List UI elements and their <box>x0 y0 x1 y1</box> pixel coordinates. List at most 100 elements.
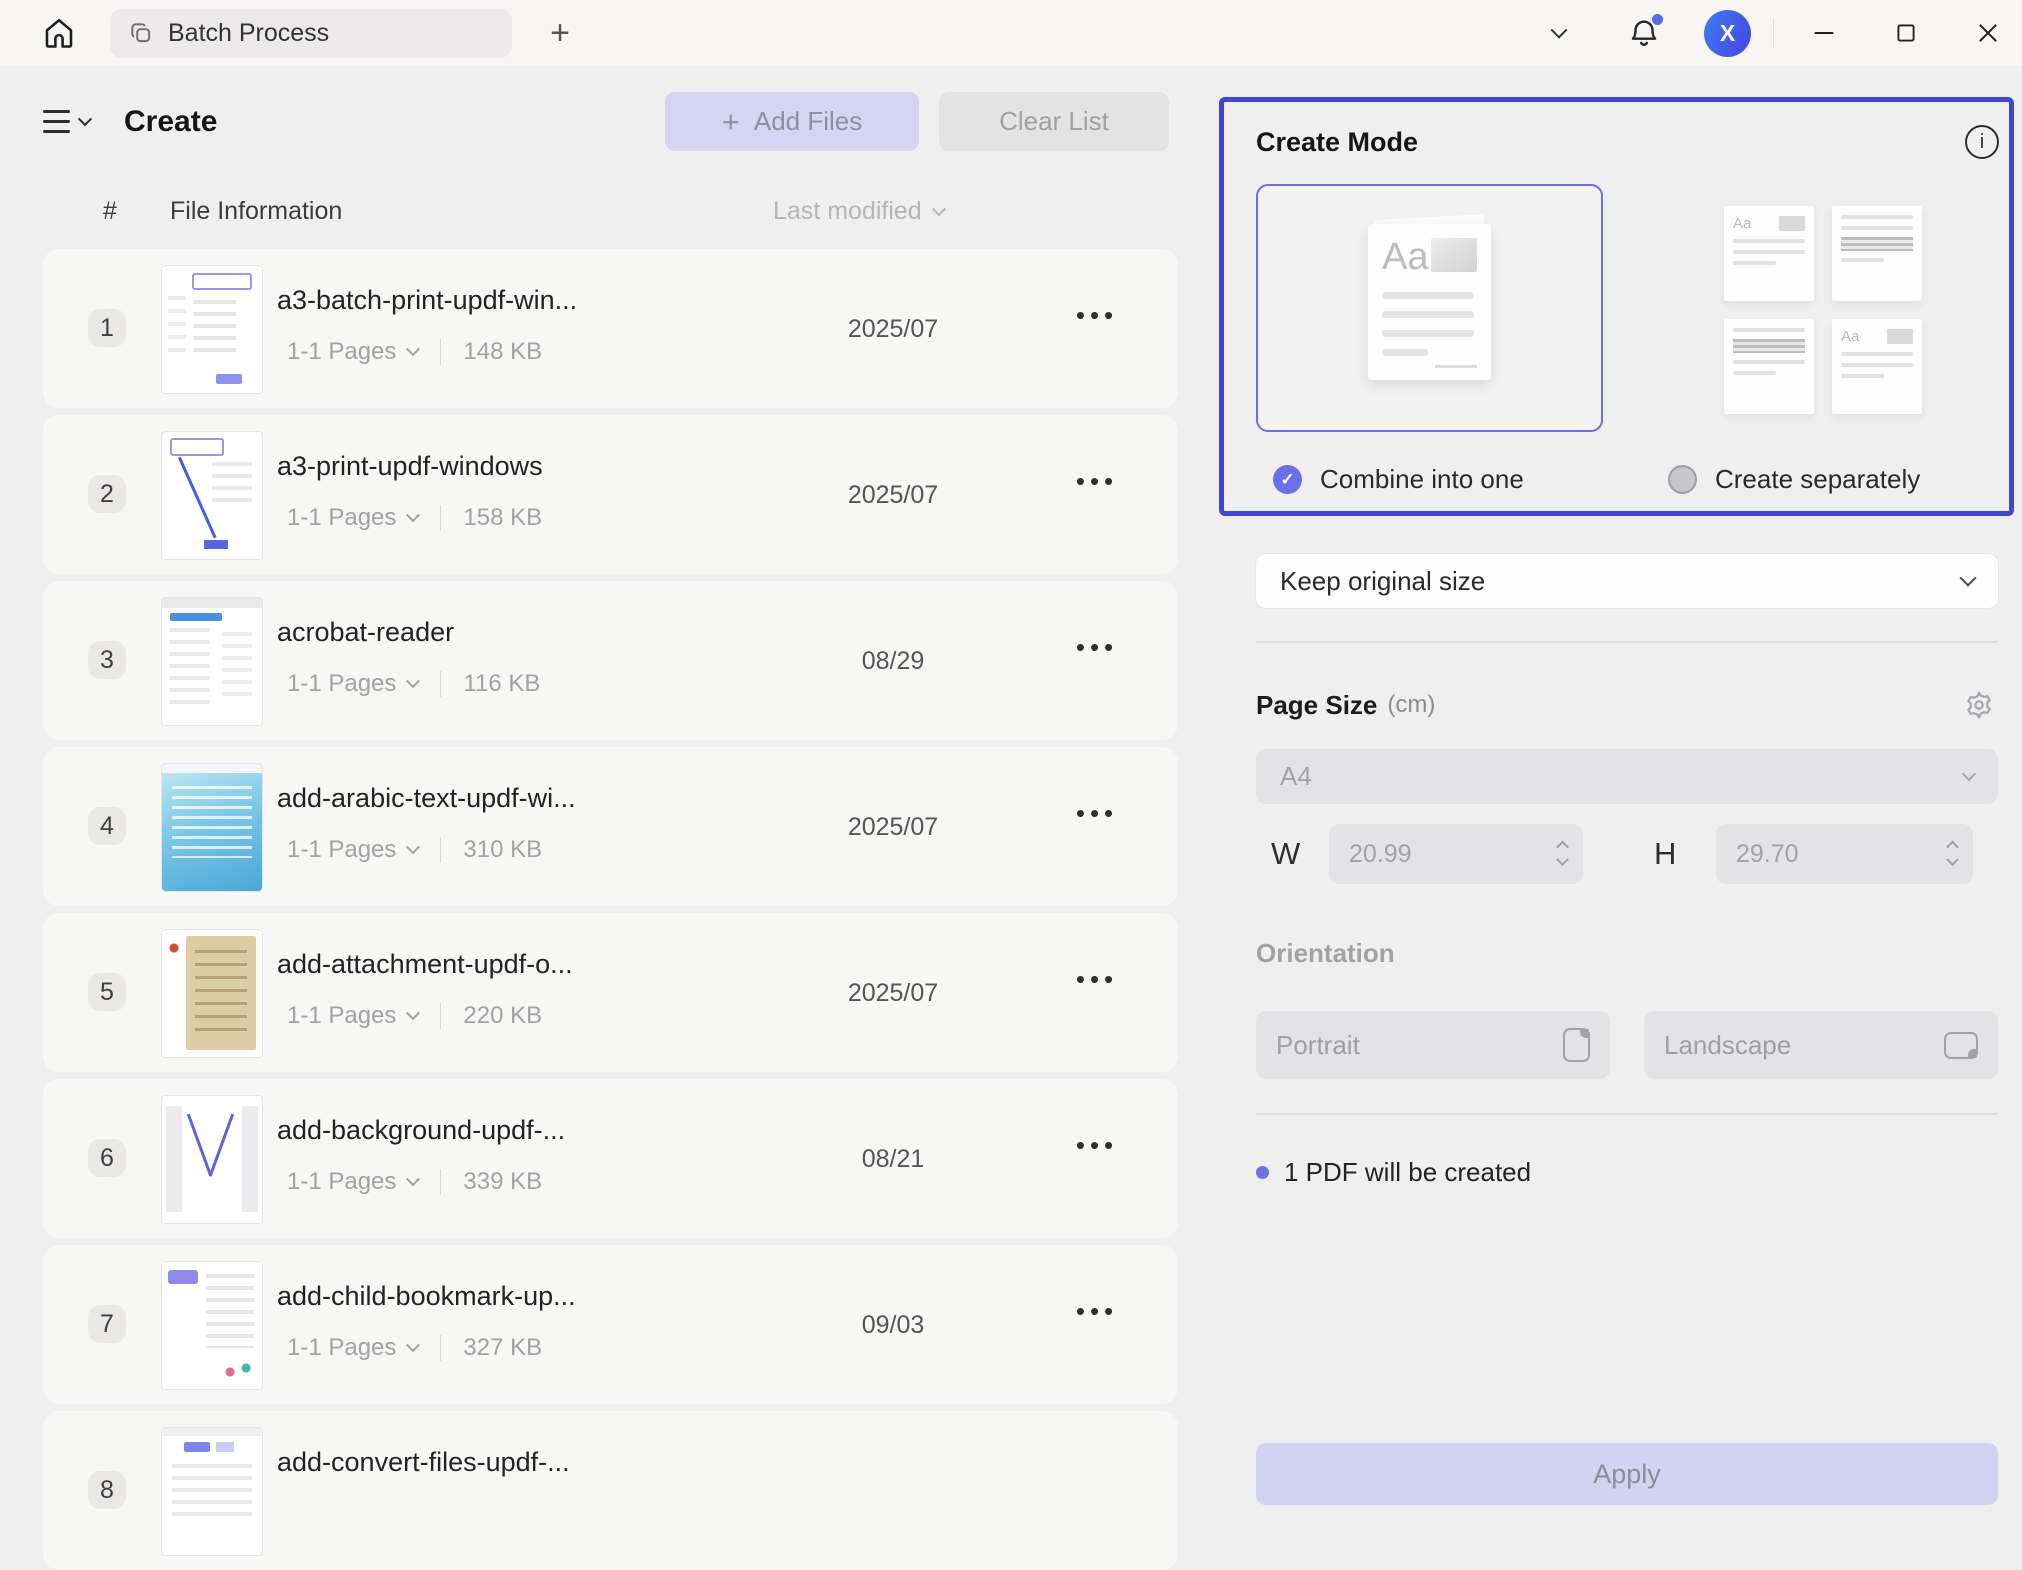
row-more-button[interactable]: ••• <box>1047 797 1147 830</box>
list-menu-button[interactable] <box>43 110 90 133</box>
file-name: a3-print-updf-windows <box>277 451 543 482</box>
chevron-down-icon[interactable] <box>406 840 420 854</box>
height-input[interactable]: 29.70 <box>1716 824 1973 884</box>
minimize-button[interactable] <box>1804 13 1844 53</box>
chevron-down-icon[interactable] <box>406 674 420 688</box>
file-row[interactable]: 8 add-convert-files-updf-... ••• <box>43 1411 1178 1570</box>
create-mode-radios: ✓ Combine into one Create separately <box>1256 464 1999 495</box>
file-size: 116 KB <box>463 670 540 698</box>
row-index-badge: 3 <box>88 641 126 679</box>
info-icon[interactable]: i <box>1965 125 1999 159</box>
chevron-down-icon[interactable] <box>406 1006 420 1020</box>
row-more-button[interactable]: ••• <box>1047 963 1147 996</box>
row-index-badge: 5 <box>88 973 126 1011</box>
width-input[interactable]: 20.99 <box>1329 824 1583 884</box>
file-row[interactable]: 6 add-background-updf-... 1-1 Pages 339 … <box>43 1079 1178 1238</box>
row-more-button[interactable]: ••• <box>1047 465 1147 498</box>
file-meta: 1-1 Pages 220 KB <box>287 1002 573 1030</box>
row-index-badge: 6 <box>88 1139 126 1177</box>
file-row[interactable]: 4 add-arabic-text-updf-wi... 1-1 Pages 3… <box>43 747 1178 906</box>
last-modified-value: 2025/07 <box>783 315 1003 344</box>
height-stepper[interactable] <box>1948 841 1957 867</box>
notifications-button[interactable] <box>1626 15 1662 51</box>
chevron-down-icon[interactable] <box>406 342 420 356</box>
file-row[interactable]: 3 acrobat-reader 1-1 Pages 116 KB 08/29 … <box>43 581 1178 740</box>
file-meta: 1-1 Pages 339 KB <box>287 1168 565 1196</box>
file-meta: 1-1 Pages 148 KB <box>287 338 577 366</box>
chevron-down-icon[interactable] <box>406 508 420 522</box>
sample-text: Aa <box>1733 215 1751 232</box>
file-name: a3-batch-print-updf-win... <box>277 285 577 316</box>
page-size-preset-select[interactable]: A4 <box>1256 749 1998 804</box>
row-index-badge: 7 <box>88 1305 126 1343</box>
file-row[interactable]: 5 add-attachment-updf-o... 1-1 Pages 220… <box>43 913 1178 1072</box>
create-mode-section: Create Mode i Aa <box>1219 97 2014 516</box>
pages-dropdown[interactable]: 1-1 Pages <box>287 670 396 698</box>
close-icon <box>1974 19 2002 47</box>
file-info: acrobat-reader 1-1 Pages 116 KB <box>277 617 540 698</box>
chevron-down-icon <box>1960 570 1977 587</box>
column-last-modified-sort[interactable]: Last modified <box>773 197 944 226</box>
pages-dropdown[interactable]: 1-1 Pages <box>287 1002 396 1030</box>
home-button[interactable] <box>36 10 82 56</box>
pages-dropdown[interactable]: 1-1 Pages <box>287 504 396 532</box>
maximize-button[interactable] <box>1886 13 1926 53</box>
column-index: # <box>103 197 117 226</box>
batch-process-window: { "titlebar": { "tab_label": "Batch Proc… <box>0 0 2022 1517</box>
page-size-header: Page Size (cm) <box>1256 687 1998 723</box>
titlebar-right: X <box>1542 10 2022 57</box>
file-info: add-child-bookmark-up... 1-1 Pages 327 K… <box>277 1281 576 1362</box>
meta-divider <box>440 1003 441 1029</box>
portrait-button[interactable]: Portrait <box>1256 1011 1610 1079</box>
file-row[interactable]: 7 add-child-bookmark-up... 1-1 Pages 327… <box>43 1245 1178 1404</box>
file-row[interactable]: 2 a3-print-updf-windows 1-1 Pages 158 KB… <box>43 415 1178 574</box>
last-modified-value: 2025/07 <box>783 979 1003 1008</box>
maximize-icon <box>1893 20 1919 46</box>
page-size-settings-button[interactable] <box>1962 687 1998 723</box>
option-combine-into-one[interactable]: Aa <box>1256 184 1603 432</box>
row-more-button[interactable]: ••• <box>1047 1295 1147 1328</box>
file-name: add-convert-files-updf-... <box>277 1447 570 1478</box>
notification-dot <box>1652 14 1663 25</box>
radio-create-separately[interactable]: Create separately <box>1651 464 1998 495</box>
option-create-separately[interactable]: Aa Aa <box>1651 184 1995 432</box>
tab-batch-process[interactable]: Batch Process <box>110 9 512 58</box>
radio-combine-into-one[interactable]: ✓ Combine into one <box>1256 464 1603 495</box>
table-header: # File Information Last modified <box>43 197 1178 227</box>
apply-button[interactable]: Apply <box>1256 1443 1998 1505</box>
status-row: 1 PDF will be created <box>1256 1157 1998 1188</box>
titlebar-divider <box>1773 18 1774 48</box>
status-dot-icon <box>1256 1166 1269 1179</box>
file-name: add-child-bookmark-up... <box>277 1281 576 1312</box>
pages-dropdown[interactable]: 1-1 Pages <box>287 1334 396 1362</box>
file-thumbnail <box>161 1261 263 1390</box>
file-row[interactable]: 1 a3-batch-print-updf-win... 1-1 Pages 1… <box>43 249 1178 408</box>
add-files-button[interactable]: + Add Files <box>665 92 919 151</box>
gear-icon <box>1962 688 1998 722</box>
row-more-button[interactable]: ••• <box>1047 299 1147 332</box>
new-tab-button[interactable]: + <box>540 13 580 53</box>
pages-dropdown[interactable]: 1-1 Pages <box>287 338 396 366</box>
create-mode-options: Aa Aa <box>1256 184 1999 432</box>
size-mode-value: Keep original size <box>1280 566 1485 597</box>
clear-list-button[interactable]: Clear List <box>939 92 1169 151</box>
list-header: Create + Add Files Clear List <box>0 66 1212 151</box>
row-more-button[interactable]: ••• <box>1047 631 1147 664</box>
size-mode-select[interactable]: Keep original size <box>1256 554 1998 608</box>
radio-unchecked-icon <box>1668 465 1697 494</box>
landscape-button[interactable]: Landscape <box>1644 1011 1998 1079</box>
last-modified-value: 2025/07 <box>783 813 1003 842</box>
status-text: 1 PDF will be created <box>1284 1157 1531 1188</box>
chevron-down-icon[interactable] <box>406 1172 420 1186</box>
pages-dropdown[interactable]: 1-1 Pages <box>287 836 396 864</box>
close-button[interactable] <box>1968 13 2008 53</box>
width-stepper[interactable] <box>1558 841 1567 867</box>
section-divider <box>1256 641 1998 643</box>
file-size: 158 KB <box>463 504 542 532</box>
last-modified-label: Last modified <box>773 197 922 226</box>
avatar[interactable]: X <box>1704 10 1751 57</box>
row-more-button[interactable]: ••• <box>1047 1129 1147 1162</box>
pages-dropdown[interactable]: 1-1 Pages <box>287 1168 396 1196</box>
chevron-down-icon[interactable] <box>406 1338 420 1352</box>
dropdown-chevron-button[interactable] <box>1542 16 1576 50</box>
